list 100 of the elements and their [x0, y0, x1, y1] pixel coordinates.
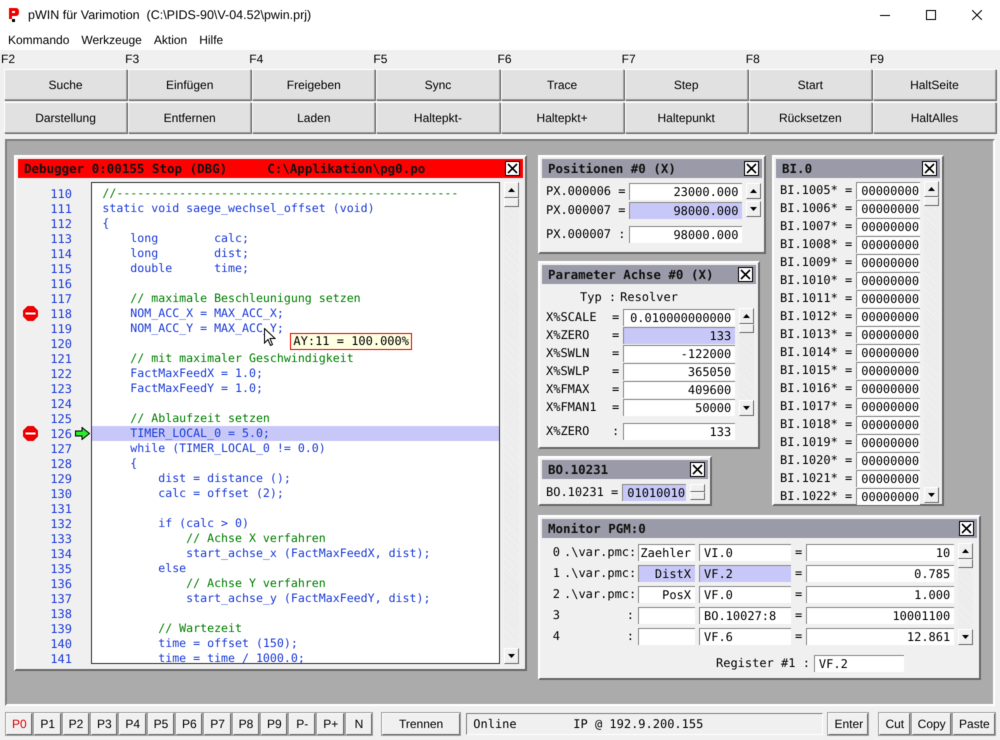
scrollbar[interactable] [739, 308, 754, 416]
parameter-value-field[interactable]: 50000 [623, 398, 736, 416]
scroll-down-button[interactable] [924, 487, 940, 503]
bit-value-field[interactable]: 00000000 [856, 218, 920, 234]
edit-button[interactable]: Paste [953, 712, 995, 734]
code-editor[interactable] [91, 182, 500, 664]
menu-item[interactable]: Aktion [148, 33, 194, 47]
bit-value-field[interactable]: 00000000 [856, 254, 920, 270]
spin-up-button[interactable] [690, 484, 706, 492]
close-button[interactable] [959, 521, 974, 536]
parameter-value-field[interactable]: 365050 [623, 362, 736, 380]
bit-value-field[interactable]: 00000000 [856, 434, 920, 450]
menu-item[interactable]: Werkzeuge [75, 33, 148, 47]
function-button[interactable]: Suche [4, 69, 128, 100]
program-button[interactable]: P7 [204, 712, 231, 734]
register-field[interactable]: VF.2 [699, 564, 791, 582]
register-field[interactable]: VI.0 [699, 544, 791, 560]
parameter-value-field[interactable]: 133 [623, 422, 736, 440]
program-button[interactable]: P1 [34, 712, 61, 734]
variable-name-field[interactable] [638, 628, 695, 644]
register-field[interactable]: BO.10027:8 [699, 606, 791, 624]
bit-value-field[interactable]: 00000000 [856, 182, 920, 198]
scrollbar-thumb[interactable] [958, 559, 974, 568]
program-button[interactable]: P0 [6, 712, 32, 734]
bit-value-field[interactable]: 00000000 [856, 272, 920, 288]
program-button[interactable]: P4 [119, 712, 146, 734]
function-button[interactable]: Rücksetzen [748, 102, 872, 133]
menu-item[interactable]: Hilfe [193, 33, 230, 47]
program-button[interactable]: P2 [62, 712, 89, 734]
scroll-down-button[interactable] [746, 201, 762, 217]
scroll-up-button[interactable] [958, 543, 974, 559]
scroll-down-button[interactable] [958, 629, 974, 645]
program-button[interactable]: P- [289, 712, 316, 734]
edit-button[interactable]: Copy [912, 712, 952, 734]
function-button[interactable]: Step [624, 69, 748, 100]
program-button[interactable]: P3 [90, 712, 118, 734]
bit-value-field[interactable]: 00000000 [856, 362, 920, 378]
scrollbar-thumb[interactable] [504, 198, 519, 207]
close-button[interactable] [744, 161, 759, 176]
bit-value-field[interactable]: 00000000 [856, 344, 920, 360]
program-button[interactable]: P+ [317, 712, 344, 734]
function-button[interactable]: Haltepkt+ [500, 102, 624, 133]
program-button[interactable]: P5 [148, 712, 174, 734]
parameter-value-field[interactable]: 409600 [623, 380, 736, 398]
program-button[interactable]: P8 [232, 712, 259, 734]
bit-value-field[interactable]: 00000000 [856, 326, 920, 342]
bit-value-field[interactable]: 00000000 [856, 452, 920, 468]
parameter-value-field[interactable]: 0.010000000000 [623, 308, 736, 326]
scrollbar[interactable] [924, 181, 940, 503]
function-button[interactable]: Darstellung [4, 102, 128, 133]
bit-value-field[interactable]: 00000000 [856, 308, 920, 324]
scroll-down-button[interactable] [504, 648, 519, 664]
program-button[interactable]: P9 [260, 712, 288, 734]
bit-value-field[interactable]: 01010010 [622, 484, 686, 500]
scroll-up-button[interactable] [504, 182, 519, 198]
bit-value-field[interactable]: 00000000 [856, 488, 920, 504]
bit-value-field[interactable]: 00000000 [856, 416, 920, 432]
position-value-field[interactable]: 98000.000 [629, 226, 742, 242]
close-button[interactable] [690, 462, 705, 477]
register-field[interactable]: VF.6 [699, 628, 791, 644]
stop-sign-icon[interactable] [22, 426, 38, 441]
edit-button[interactable]: Cut [879, 712, 910, 734]
disconnect-button[interactable]: Trennen [382, 712, 460, 734]
variable-name-field[interactable]: Zaehler [638, 544, 695, 560]
program-button[interactable]: N [346, 712, 372, 734]
function-button[interactable]: HaltSeite [872, 69, 996, 100]
close-button[interactable] [922, 161, 937, 176]
function-button[interactable]: Freigeben [252, 69, 376, 100]
scroll-up-button[interactable] [739, 308, 754, 324]
register-field[interactable]: VF.2 [814, 654, 904, 672]
function-button[interactable]: Entfernen [128, 102, 252, 133]
function-button[interactable]: Haltepunkt [624, 102, 748, 133]
scrollbar-thumb[interactable] [924, 197, 940, 206]
monitor-value-field[interactable]: 12.861 [806, 628, 954, 644]
bit-value-field[interactable]: 00000000 [856, 398, 920, 414]
close-button[interactable] [505, 161, 520, 176]
scroll-down-button[interactable] [739, 400, 754, 416]
parameter-value-field[interactable]: -122000 [623, 344, 736, 362]
function-button[interactable]: HaltAlles [872, 102, 996, 133]
function-button[interactable]: Haltepkt- [376, 102, 500, 133]
parameter-value-field[interactable]: 133 [623, 326, 736, 344]
function-button[interactable]: Trace [500, 69, 624, 100]
monitor-value-field[interactable]: 0.785 [806, 564, 954, 582]
variable-name-field[interactable]: PosX [638, 586, 695, 602]
bit-value-field[interactable]: 00000000 [856, 380, 920, 396]
monitor-value-field[interactable]: 10 [806, 544, 954, 560]
bit-value-field[interactable]: 00000000 [856, 236, 920, 252]
spin-down-button[interactable] [690, 492, 706, 500]
position-value-field[interactable]: 23000.000 [629, 182, 742, 200]
scroll-up-button[interactable] [746, 183, 762, 199]
function-button[interactable]: Einfügen [128, 69, 252, 100]
register-field[interactable]: VF.0 [699, 586, 791, 602]
program-button[interactable]: P6 [176, 712, 202, 734]
variable-name-field[interactable] [638, 606, 695, 624]
function-button[interactable]: Start [748, 69, 872, 100]
position-value-field[interactable]: 98000.000 [629, 202, 742, 218]
bit-value-field[interactable]: 00000000 [856, 470, 920, 486]
bit-value-field[interactable]: 00000000 [856, 290, 920, 306]
monitor-value-field[interactable]: 1.000 [806, 586, 954, 602]
scrollbar[interactable] [504, 182, 519, 664]
